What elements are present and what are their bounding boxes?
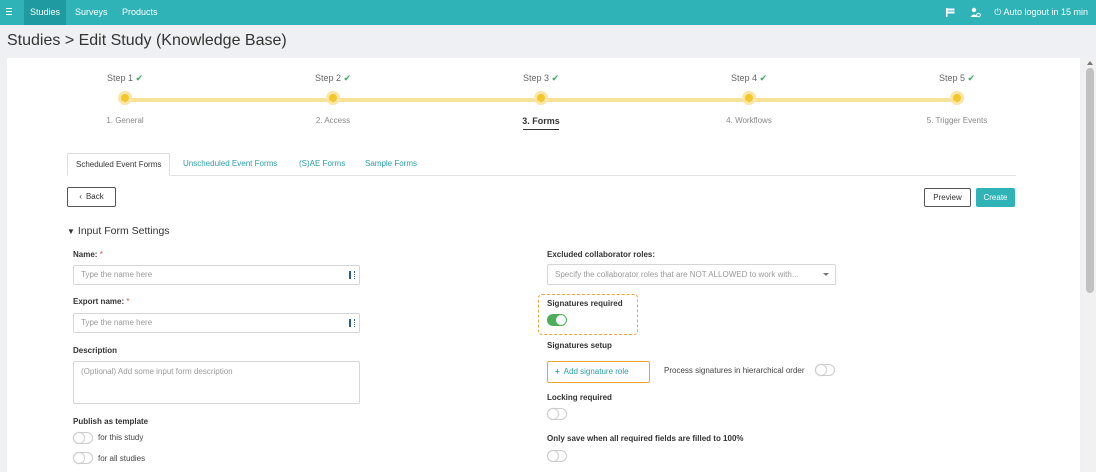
save-complete-label: Only save when all required fields are f… bbox=[547, 434, 744, 443]
chevron-down-icon bbox=[823, 273, 829, 276]
create-button[interactable]: Create bbox=[976, 188, 1015, 207]
add-signature-role-button[interactable]: + Add signature role bbox=[547, 361, 650, 383]
chevron-left-icon: ‹ bbox=[79, 192, 82, 201]
export-label-text: Export name: bbox=[73, 297, 125, 306]
template-this-study-label: for this study bbox=[98, 433, 144, 442]
step-dot bbox=[742, 91, 756, 105]
tab-sample-forms[interactable]: Sample Forms bbox=[357, 153, 425, 176]
auto-logout-indicator[interactable]: ⏻ Auto logout in 15 min bbox=[994, 0, 1088, 25]
active-step-underline bbox=[523, 129, 559, 130]
template-all-studies-toggle[interactable] bbox=[73, 452, 93, 464]
hierarchical-order-label: Process signatures in hierarchical order bbox=[664, 366, 805, 375]
check-icon: ✔ bbox=[967, 73, 976, 83]
signatures-required-toggle[interactable] bbox=[547, 314, 567, 326]
flag-icon[interactable] bbox=[945, 7, 956, 18]
step-dot bbox=[326, 91, 340, 105]
plus-icon: + bbox=[555, 367, 560, 376]
template-all-studies-label: for all studies bbox=[98, 454, 146, 463]
auto-logout-text: Auto logout in 15 min bbox=[1003, 7, 1088, 17]
step-name: 4. Workflows bbox=[726, 116, 772, 125]
nav-tab-surveys[interactable]: Surveys bbox=[69, 0, 114, 25]
locking-required-label: Locking required bbox=[547, 393, 612, 402]
power-icon: ⏻ bbox=[994, 7, 1002, 17]
publish-template-label: Publish as template bbox=[73, 417, 149, 426]
step-label: Step 1 bbox=[106, 73, 133, 83]
translate-icon[interactable] bbox=[349, 271, 355, 279]
chevron-down-icon: ▼ bbox=[67, 227, 75, 236]
step-dot bbox=[534, 91, 548, 105]
name-input[interactable]: Type the name here bbox=[73, 265, 360, 285]
step-label: Step 3 bbox=[522, 73, 549, 83]
name-placeholder: Type the name here bbox=[81, 270, 153, 279]
tab-sae-forms[interactable]: (S)AE Forms bbox=[291, 153, 353, 176]
check-icon: ✔ bbox=[135, 73, 144, 83]
step-label: Step 2 bbox=[314, 73, 341, 83]
hierarchical-order-toggle[interactable] bbox=[815, 364, 835, 376]
tab-unscheduled-event-forms[interactable]: Unscheduled Event Forms bbox=[175, 153, 285, 176]
excluded-roles-select[interactable]: Specify the collaborator roles that are … bbox=[547, 264, 836, 285]
nav-tab-studies[interactable]: Studies bbox=[24, 0, 67, 25]
menu-icon[interactable] bbox=[4, 6, 16, 18]
check-icon: ✔ bbox=[343, 73, 352, 83]
name-label-text: Name: bbox=[73, 250, 98, 259]
step-name-active: 3. Forms bbox=[522, 116, 560, 126]
page-scrollbar[interactable] bbox=[1084, 58, 1096, 472]
signatures-required-label: Signatures required bbox=[547, 299, 623, 308]
step-name: 1. General bbox=[106, 116, 144, 125]
step-dot bbox=[950, 91, 964, 105]
step-dot bbox=[118, 91, 132, 105]
scroll-thumb[interactable] bbox=[1086, 68, 1094, 293]
preview-button[interactable]: Preview bbox=[924, 188, 971, 207]
nav-tab-products[interactable]: Products bbox=[116, 0, 164, 25]
step-name: 5. Trigger Events bbox=[926, 116, 988, 125]
page-title: Studies > Edit Study (Knowledge Base) bbox=[7, 32, 287, 49]
export-name-input[interactable]: Type the name here bbox=[73, 313, 360, 333]
signatures-setup-label: Signatures setup bbox=[547, 341, 612, 350]
section-title: Input Form Settings bbox=[77, 225, 170, 237]
add-signature-role-label: Add signature role bbox=[563, 367, 629, 376]
description-textarea[interactable]: (Optional) Add some input form descripti… bbox=[73, 361, 360, 404]
back-label: Back bbox=[85, 192, 104, 201]
export-name-label: Export name: * bbox=[73, 297, 129, 306]
excluded-roles-label: Excluded collaborator roles: bbox=[547, 250, 656, 259]
check-icon: ✔ bbox=[759, 73, 768, 83]
locking-required-toggle[interactable] bbox=[547, 408, 567, 420]
excluded-roles-placeholder: Specify the collaborator roles that are … bbox=[555, 270, 799, 279]
name-label: Name: * bbox=[73, 250, 103, 259]
required-mark: * bbox=[126, 297, 130, 306]
back-button[interactable]: ‹ Back bbox=[67, 187, 116, 207]
template-this-study-toggle[interactable] bbox=[73, 432, 93, 444]
step-name: 2. Access bbox=[315, 116, 351, 125]
export-placeholder: Type the name here bbox=[81, 318, 153, 327]
user-settings-icon[interactable] bbox=[970, 7, 981, 18]
step-label: Step 4 bbox=[730, 73, 757, 83]
scroll-up-icon[interactable] bbox=[1087, 61, 1093, 65]
step-label: Step 5 bbox=[938, 73, 965, 83]
section-toggle[interactable]: ▼ Input Form Settings bbox=[67, 225, 170, 237]
required-mark: * bbox=[99, 250, 103, 259]
tab-scheduled-event-forms[interactable]: Scheduled Event Forms bbox=[67, 153, 171, 176]
save-complete-toggle[interactable] bbox=[547, 450, 567, 462]
top-navbar: Studies Surveys Products ⏻ Auto logout i… bbox=[0, 0, 1096, 25]
check-icon: ✔ bbox=[551, 73, 560, 83]
translate-icon[interactable] bbox=[349, 319, 355, 327]
description-label: Description bbox=[73, 346, 118, 355]
